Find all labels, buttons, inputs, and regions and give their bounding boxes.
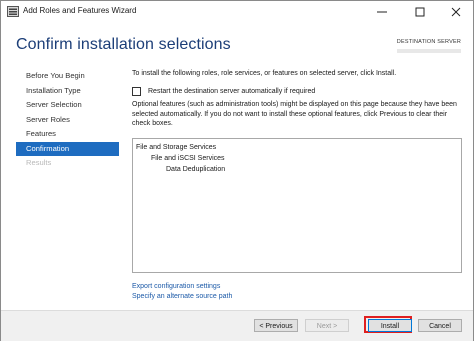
server-manager-icon: [7, 6, 19, 17]
destination-server-value: [397, 48, 461, 54]
maximize-button[interactable]: [403, 1, 437, 23]
tree-item-file-storage-services: File and Storage Services: [136, 144, 217, 151]
restart-checkbox[interactable]: [132, 87, 141, 96]
restart-option[interactable]: Restart the destination server automatic…: [132, 87, 315, 96]
nav-item-server-roles[interactable]: Server Roles: [16, 113, 119, 128]
selection-list[interactable]: File and Storage Services File and iSCSI…: [132, 138, 462, 273]
close-icon: [451, 7, 461, 17]
title-bar: Add Roles and Features Wizard: [1, 1, 473, 23]
install-button[interactable]: Install: [368, 319, 412, 332]
minimize-button[interactable]: [365, 1, 399, 23]
tree-item-data-deduplication: Data Deduplication: [166, 166, 226, 173]
wizard-nav: Before You Begin Installation Type Serve…: [16, 69, 119, 171]
maximize-icon: [415, 7, 425, 17]
nav-item-server-selection[interactable]: Server Selection: [16, 98, 119, 113]
nav-item-confirmation[interactable]: Confirmation: [16, 141, 119, 156]
close-button[interactable]: [439, 1, 473, 23]
nav-item-before-you-begin[interactable]: Before You Begin: [16, 69, 119, 84]
tree-item-file-iscsi-services: File and iSCSI Services: [151, 155, 225, 162]
page-title: Confirm installation selections: [16, 36, 231, 53]
next-button: Next >: [305, 319, 349, 332]
restart-checkbox-label[interactable]: Restart the destination server automatic…: [148, 88, 315, 95]
optional-features-text: Optional features (such as administratio…: [132, 101, 457, 127]
minimize-icon: [377, 11, 387, 13]
previous-button[interactable]: < Previous: [254, 319, 298, 332]
nav-item-installation-type[interactable]: Installation Type: [16, 84, 119, 99]
destination-server-label: DESTINATION SERVER: [396, 39, 461, 45]
nav-item-results: Results: [26, 158, 52, 167]
export-configuration-link[interactable]: Export configuration settings: [132, 283, 220, 290]
window-title: Add Roles and Features Wizard: [23, 6, 137, 15]
alternate-source-link[interactable]: Specify an alternate source path: [132, 293, 232, 300]
intro-text: To install the following roles, role ser…: [132, 70, 397, 77]
cancel-button[interactable]: Cancel: [418, 319, 462, 332]
nav-item-features[interactable]: Features: [16, 127, 119, 142]
wizard-window: Add Roles and Features Wizard Confirm in…: [0, 0, 474, 341]
